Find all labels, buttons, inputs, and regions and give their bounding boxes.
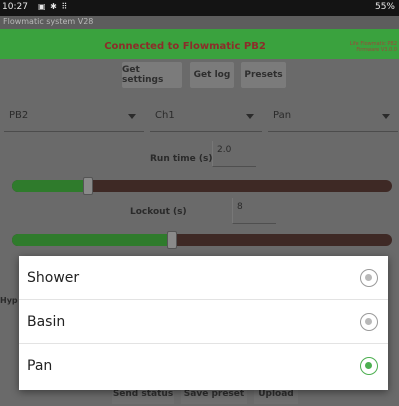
option-label: Pan (27, 358, 53, 374)
dialog-option-shower[interactable]: Shower (19, 256, 388, 300)
radio-button[interactable] (360, 269, 378, 287)
battery-indicator: 55% (374, 2, 395, 12)
fixture-selection-dialog: Shower Basin Pan (19, 256, 388, 390)
get-log-button[interactable]: Get log (190, 62, 234, 88)
device-info: Life Flowmatic PB2 Firmware V3.0.0 (350, 41, 397, 53)
device-value: PB2 (9, 110, 29, 121)
radio-dot-icon (365, 274, 372, 281)
connection-status: Connected to Flowmatic PB2 (104, 41, 266, 52)
dialog-option-pan[interactable]: Pan (19, 344, 388, 388)
radio-dot-icon (365, 362, 372, 369)
channel-spinner[interactable]: Ch1 (150, 102, 262, 132)
run-time-slider-thumb[interactable] (83, 177, 93, 195)
chevron-down-icon (128, 114, 136, 119)
get-settings-button[interactable]: Get settings (122, 62, 182, 88)
channel-value: Ch1 (155, 110, 175, 121)
chevron-down-icon (382, 114, 390, 119)
status-time: 10:27 (2, 2, 28, 12)
app-title: Flowmatic system V28 (3, 17, 94, 26)
fixture-spinner[interactable]: Pan (268, 102, 398, 132)
radio-button[interactable] (360, 357, 378, 375)
radio-dot-icon (365, 318, 372, 325)
chevron-down-icon (246, 114, 254, 119)
fixture-value: Pan (273, 110, 292, 121)
dialog-option-basin[interactable]: Basin (19, 300, 388, 344)
partial-label: Hyp (0, 296, 18, 305)
lockout-slider[interactable] (12, 231, 392, 249)
device-info-line-2: Firmware V3.0.0 (356, 47, 397, 53)
connection-banner: Connected to Flowmatic PB2 Life Flowmati… (0, 29, 399, 59)
option-label: Basin (27, 314, 66, 330)
lockout-input[interactable]: 8 (232, 198, 276, 224)
device-spinner[interactable]: PB2 (4, 102, 144, 132)
run-time-slider[interactable] (12, 177, 392, 195)
app-bar: Flowmatic system V28 (0, 16, 399, 29)
status-bar: 10:27 ▣ ✱ ⠿ 55% (0, 0, 399, 16)
radio-button[interactable] (360, 313, 378, 331)
presets-button[interactable]: Presets (241, 62, 286, 88)
run-time-slider-fill (12, 180, 88, 192)
lockout-slider-thumb[interactable] (167, 231, 177, 249)
lockout-label: Lockout (s) (130, 207, 187, 217)
lockout-slider-fill (12, 234, 172, 246)
run-time-input[interactable]: 2.0 (212, 141, 256, 167)
notification-icons: ▣ ✱ ⠿ (38, 2, 69, 11)
option-label: Shower (27, 270, 80, 286)
run-time-label: Run time (s) (150, 154, 213, 164)
